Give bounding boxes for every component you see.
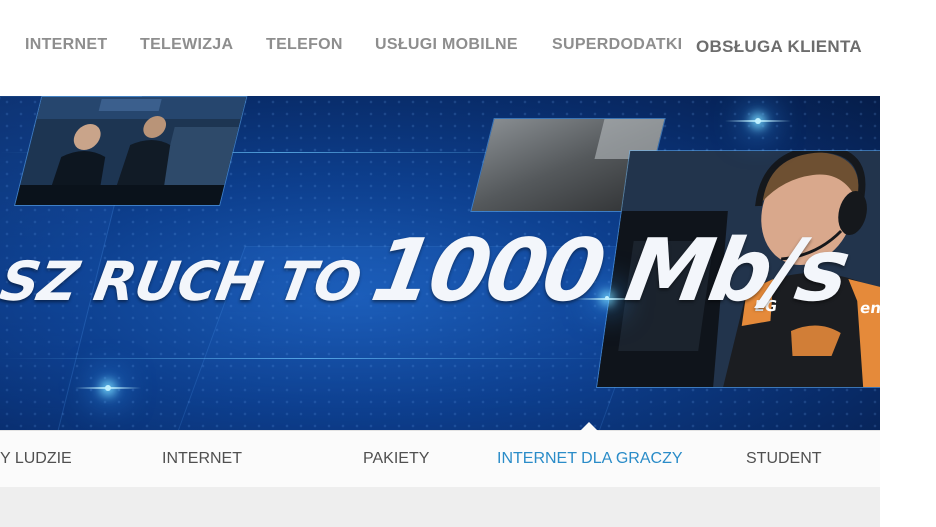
lens-flare xyxy=(725,118,791,124)
nav-item-telefon[interactable]: TELEFON xyxy=(266,36,343,54)
banner-headline: SZ RUCH TO1000 Mb/s xyxy=(0,221,854,321)
nav-item-superdodatki[interactable]: SUPERDODATKI xyxy=(552,36,682,54)
nav-item-uslugi-mobilne[interactable]: USŁUGI MOBILNE xyxy=(375,36,518,54)
tab-ludzie[interactable]: Y LUDZIE xyxy=(0,450,72,468)
content-area-background xyxy=(0,487,880,527)
active-tab-indicator xyxy=(580,422,598,431)
banner-light-line xyxy=(0,358,620,359)
nav-item-internet[interactable]: INTERNET xyxy=(25,36,107,54)
banner-tabs: Y LUDZIE INTERNET PAKIETY INTERNET DLA G… xyxy=(0,422,880,488)
nav-item-obsluga-klienta[interactable]: OBSŁUGA KLIENTA xyxy=(696,37,862,57)
esports-players-image xyxy=(14,97,248,205)
jersey-logo-right: eno xyxy=(859,299,880,317)
tab-pakiety[interactable]: PAKIETY xyxy=(363,450,429,468)
tab-internet[interactable]: INTERNET xyxy=(162,450,242,468)
esports-players-photo xyxy=(14,96,248,206)
hero-banner[interactable]: EG eno SZ RUCH TO1000 Mb/s xyxy=(0,96,880,430)
main-navigation: INTERNET TELEWIZJA TELEFON USŁUGI MOBILN… xyxy=(0,0,936,96)
headline-text-speed: 1000 Mb/s xyxy=(364,221,855,321)
headline-text-left: SZ RUCH TO xyxy=(0,250,366,313)
tab-internet-dla-graczy[interactable]: INTERNET DLA GRACZY xyxy=(497,450,683,468)
nav-item-telewizja[interactable]: TELEWIZJA xyxy=(140,36,233,54)
tab-student[interactable]: STUDENT xyxy=(746,450,822,468)
lens-flare xyxy=(75,385,141,391)
